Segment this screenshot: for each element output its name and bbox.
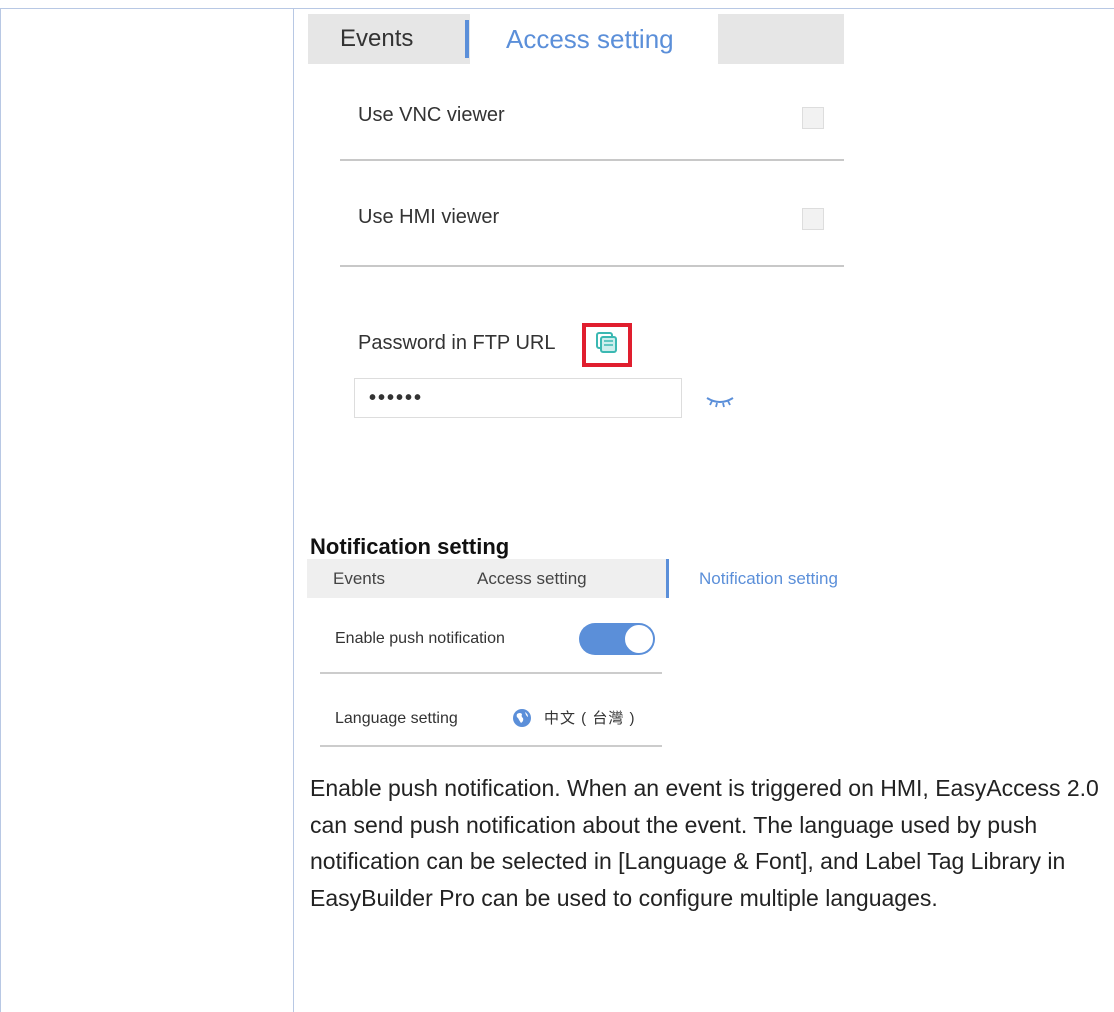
language-setting-label: Language setting xyxy=(335,710,458,727)
tab-access-setting[interactable]: Access setting xyxy=(477,559,587,598)
tab-access-setting[interactable]: Access setting xyxy=(470,14,718,64)
divider xyxy=(320,672,662,674)
globe-icon xyxy=(513,709,531,727)
tab-notification-setting[interactable]: Notification setting xyxy=(669,559,930,598)
ftp-password-input[interactable]: •••••• xyxy=(354,378,682,418)
push-notification-toggle[interactable] xyxy=(579,623,655,655)
access-setting-screenshot: Events Access setting Use VNC viewer Use… xyxy=(308,14,844,424)
vnc-viewer-checkbox[interactable] xyxy=(802,107,824,129)
eye-closed-icon[interactable] xyxy=(704,394,736,410)
hmi-viewer-checkbox[interactable] xyxy=(802,208,824,230)
push-notification-label: Enable push notification xyxy=(335,630,505,647)
ftp-password-label: Password in FTP URL xyxy=(358,332,556,354)
divider xyxy=(320,745,662,747)
divider xyxy=(340,265,844,267)
copy-highlight-box xyxy=(582,323,632,367)
section-heading: Notification setting xyxy=(310,534,510,559)
notification-tab-bar: Events Access setting Notification setti… xyxy=(307,559,930,598)
access-tab-bar: Events Access setting xyxy=(308,14,844,64)
tab-events[interactable]: Events xyxy=(333,559,385,598)
vnc-viewer-label: Use VNC viewer xyxy=(358,104,505,126)
language-value[interactable]: 中文 ( 台灣 ) xyxy=(544,707,636,728)
description-paragraph: Enable push notification. When an event … xyxy=(310,775,1099,911)
table-column-divider xyxy=(293,8,294,1012)
hmi-viewer-label: Use HMI viewer xyxy=(358,206,500,228)
active-tab-indicator xyxy=(465,20,469,58)
table-left-border xyxy=(0,8,1,1012)
divider xyxy=(340,159,844,161)
table-top-border xyxy=(0,8,1114,9)
toggle-knob xyxy=(624,624,654,654)
tab-events[interactable]: Events xyxy=(308,14,466,64)
copy-icon[interactable] xyxy=(586,327,628,363)
